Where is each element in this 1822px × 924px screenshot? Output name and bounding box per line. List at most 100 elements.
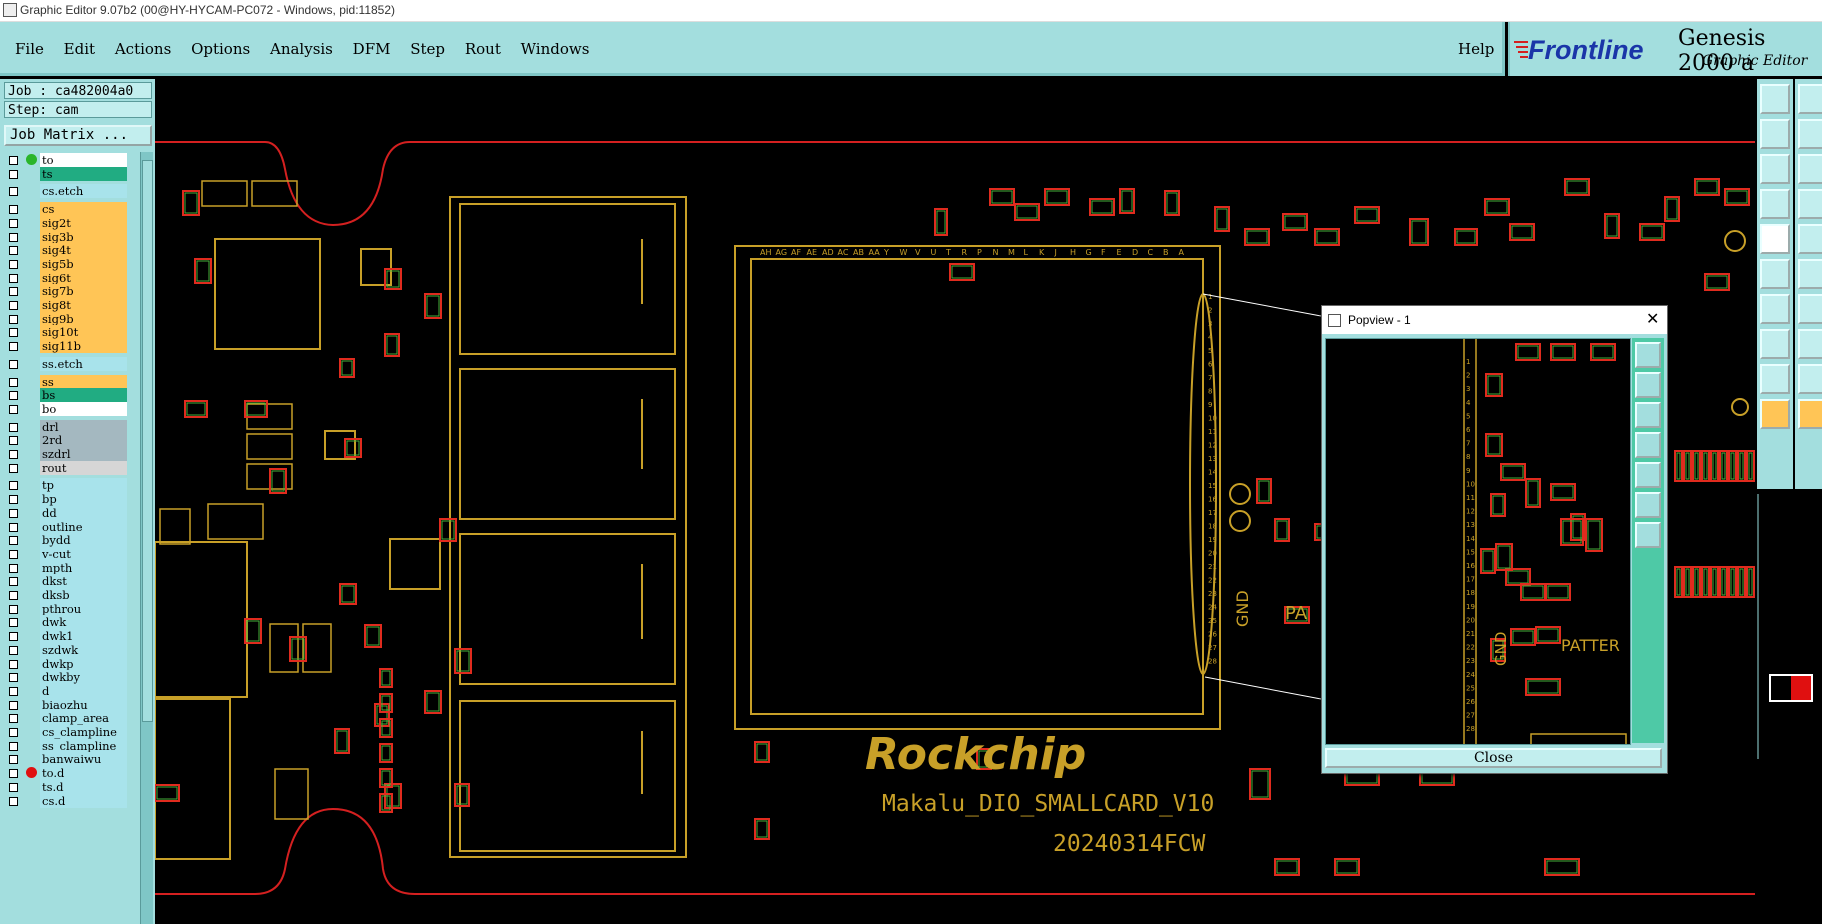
menu-rout[interactable]: Rout	[465, 40, 501, 58]
tool-button[interactable]	[1798, 224, 1822, 254]
layer-checkbox[interactable]	[9, 741, 18, 751]
tool-button[interactable]	[1798, 189, 1822, 219]
tool-button[interactable]	[1798, 399, 1822, 429]
layer-row[interactable]: cs.etch	[4, 183, 127, 199]
tool-button[interactable]	[1798, 259, 1822, 289]
layer-checkbox[interactable]	[9, 450, 18, 459]
layer-checkbox[interactable]	[9, 577, 18, 587]
tool-button[interactable]	[1798, 364, 1822, 394]
layer-checkbox[interactable]	[9, 673, 18, 683]
layer-checkbox[interactable]	[9, 782, 18, 792]
layer-checkbox[interactable]	[9, 591, 18, 600]
menu-windows[interactable]: Windows	[521, 40, 590, 58]
layer-checkbox[interactable]	[9, 659, 18, 669]
layer-row[interactable]: cs.d	[4, 793, 127, 809]
layer-checkbox[interactable]	[9, 463, 18, 473]
menu-help[interactable]: Help	[1458, 40, 1494, 58]
menu-options[interactable]: Options	[191, 40, 250, 58]
tool-button[interactable]	[1798, 294, 1822, 324]
layer-checkbox[interactable]	[9, 700, 18, 710]
layer-checkbox[interactable]	[9, 377, 18, 387]
popview-tool-button[interactable]	[1635, 342, 1661, 368]
layer-checkbox[interactable]	[9, 156, 18, 165]
layer-checkbox[interactable]	[9, 618, 18, 628]
layer-row[interactable]: sig11b	[4, 338, 127, 354]
popview-tool-button[interactable]	[1635, 432, 1661, 458]
layer-row[interactable]: ts	[4, 166, 127, 182]
layer-row[interactable]: bo	[4, 401, 127, 417]
menu-step[interactable]: Step	[410, 40, 445, 58]
layer-checkbox[interactable]	[9, 169, 18, 179]
layer-checkbox[interactable]	[9, 769, 18, 779]
menu-analysis[interactable]: Analysis	[270, 40, 333, 58]
popview-tool-button[interactable]	[1635, 402, 1661, 428]
layer-checkbox[interactable]	[9, 495, 18, 505]
tool-button[interactable]	[1798, 154, 1822, 184]
layer-checkbox[interactable]	[9, 522, 18, 532]
layer-checkbox[interactable]	[9, 391, 18, 401]
layer-checkbox[interactable]	[9, 187, 18, 197]
tool-button[interactable]	[1760, 294, 1790, 324]
tool-button[interactable]	[1798, 119, 1822, 149]
bga-row-label: H	[1070, 248, 1076, 257]
layer-checkbox[interactable]	[9, 563, 18, 573]
tool-button[interactable]	[1760, 259, 1790, 289]
layer-checkbox[interactable]	[9, 796, 18, 806]
layer-checkbox[interactable]	[9, 632, 18, 642]
tool-button[interactable]	[1760, 329, 1790, 359]
layer-checkbox[interactable]	[9, 728, 18, 737]
scrollbar-thumb[interactable]	[142, 160, 153, 722]
layer-checkbox[interactable]	[9, 645, 18, 655]
menu-dfm[interactable]: DFM	[353, 40, 391, 58]
tool-button[interactable]	[1798, 84, 1822, 114]
tool-button[interactable]	[1760, 154, 1790, 184]
layer-checkbox[interactable]	[9, 422, 18, 432]
menu-edit[interactable]: Edit	[64, 40, 95, 58]
menu-file[interactable]: File	[15, 40, 44, 58]
layer-checkbox[interactable]	[9, 755, 18, 765]
layer-checkbox[interactable]	[9, 218, 18, 228]
layer-checkbox[interactable]	[9, 436, 18, 446]
popview-close-button[interactable]: Close	[1325, 748, 1662, 768]
popview-tool-button[interactable]	[1635, 492, 1661, 518]
layer-row[interactable]: rout	[4, 460, 127, 476]
layer-checkbox[interactable]	[9, 301, 18, 310]
layer-checkbox[interactable]	[9, 549, 18, 559]
tool-button[interactable]	[1760, 189, 1790, 219]
layer-checkbox[interactable]	[9, 714, 18, 724]
layer-list-scrollbar[interactable]	[140, 152, 153, 924]
layer-checkbox[interactable]	[9, 404, 18, 414]
layer-checkbox[interactable]	[9, 359, 18, 369]
tool-button[interactable]	[1760, 119, 1790, 149]
layer-checkbox[interactable]	[9, 273, 18, 283]
layer-checkbox[interactable]	[9, 604, 18, 614]
popview-tool-button[interactable]	[1635, 462, 1661, 488]
popview-tool-button[interactable]	[1635, 372, 1661, 398]
tool-button[interactable]	[1760, 224, 1790, 254]
layer-row[interactable]: ss.etch	[4, 356, 127, 372]
layer-checkbox[interactable]	[9, 314, 18, 324]
tool-button[interactable]	[1798, 329, 1822, 359]
layer-checkbox[interactable]	[9, 342, 18, 352]
layer-checkbox[interactable]	[9, 536, 18, 546]
layer-checkbox[interactable]	[9, 686, 18, 696]
tool-button[interactable]	[1760, 84, 1790, 114]
layer-checkbox[interactable]	[9, 328, 18, 338]
layer-checkbox[interactable]	[9, 205, 18, 215]
layer-checkbox[interactable]	[9, 481, 18, 491]
tool-button[interactable]	[1760, 364, 1790, 394]
job-matrix-button[interactable]: Job Matrix ...	[4, 125, 152, 146]
popview-tool-button[interactable]	[1635, 522, 1661, 548]
popview-canvas[interactable]: GND PATTER 12345678910111213141516171819…	[1325, 338, 1631, 745]
layer-checkbox[interactable]	[9, 508, 18, 518]
layer-checkbox[interactable]	[9, 232, 18, 242]
close-icon[interactable]: ✕	[1646, 306, 1659, 334]
popview-titlebar[interactable]: Popview - 1 ✕	[1322, 306, 1667, 334]
menu-actions[interactable]: Actions	[115, 40, 171, 58]
layer-checkbox[interactable]	[9, 246, 18, 256]
pad-inner	[196, 260, 210, 282]
color-indicator[interactable]	[1769, 674, 1813, 702]
layer-checkbox[interactable]	[9, 259, 18, 269]
layer-checkbox[interactable]	[9, 287, 18, 297]
select-tool-button[interactable]	[1760, 399, 1790, 429]
